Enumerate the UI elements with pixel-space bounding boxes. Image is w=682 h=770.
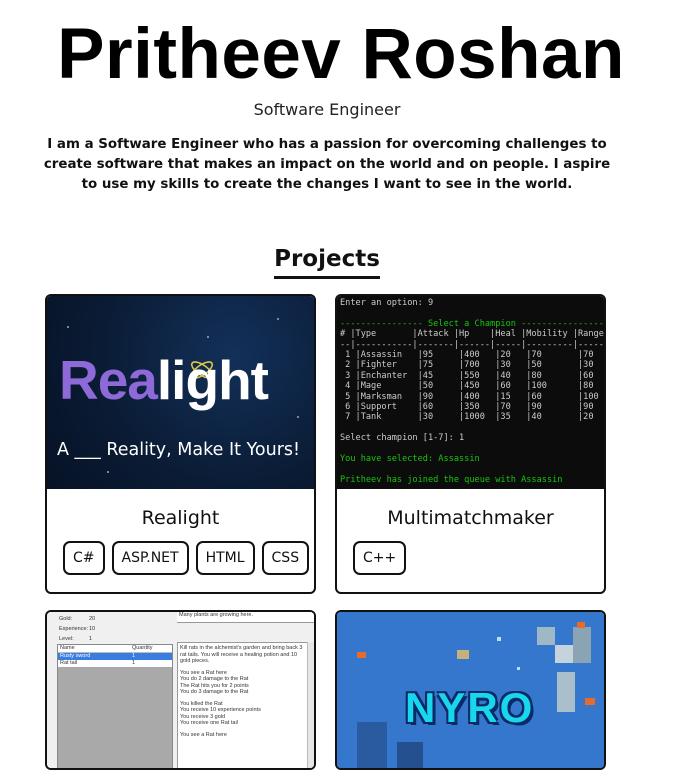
- console-row: 4 |Mage |50 |450 |60 |100 |80: [340, 381, 594, 392]
- project-title: Realight: [141, 507, 220, 529]
- console-screenshot: Enter an option: 9 ---------------- Sele…: [337, 296, 604, 489]
- star: [67, 326, 69, 328]
- console-row: 2 |Fighter |75 |700 |30 |50 |30: [340, 360, 594, 371]
- console-row: 1 |Assassin |95 |400 |20 |70 |70: [340, 350, 594, 361]
- scrollbar[interactable]: [307, 642, 314, 768]
- star: [207, 336, 209, 338]
- console-select: Select champion [1-7]: 1: [340, 433, 465, 444]
- realight-tagline: A ___ Reality, Make It Yours!: [57, 440, 301, 460]
- star: [297, 416, 299, 418]
- game-screenshot: Gold: 20 Experience: 10 Level: 1 Name Quanti…: [47, 612, 314, 768]
- realight-image: Realight A ___ Reality, Make It Yours!: [47, 296, 314, 489]
- tag-csharp: C#: [63, 541, 105, 575]
- realight-logo: Realight: [59, 349, 269, 411]
- project-card-realight[interactable]: Realight A ___ Reality, Make It Yours! R…: [45, 294, 316, 594]
- table-row[interactable]: Rusty sword 1: [58, 653, 172, 660]
- console-prompt: Enter an option: 9: [340, 298, 434, 308]
- console-row: 7 |Tank |30 |1000 |35 |40 |20: [340, 412, 594, 423]
- tag-cpp: C++: [353, 541, 407, 575]
- projects-heading: Projects: [0, 244, 654, 279]
- message-log: Kill rats in the alchemist's garden and …: [177, 642, 309, 768]
- console-row: 6 |Support |60 |350 |70 |90 |90: [340, 402, 594, 413]
- project-card-rpg[interactable]: Gold: 20 Experience: 10 Level: 1 Name Quanti…: [45, 610, 316, 770]
- nyro-image: NYRO: [337, 612, 604, 768]
- tag-html: HTML: [195, 541, 255, 575]
- console-row: 3 |Enchanter |45 |550 |40 |80 |60: [340, 370, 594, 381]
- tag-aspnet: ASP.NET: [111, 541, 189, 575]
- bio-text: I am a Software Engineer who has a passi…: [43, 137, 611, 192]
- star: [277, 318, 279, 320]
- project-title: Multimatchmaker: [387, 507, 554, 529]
- star: [107, 471, 109, 473]
- page-title: Pritheev Roshan: [57, 15, 625, 94]
- location-text: Many plants are growing here.: [177, 612, 314, 623]
- console-section-title: ---------------- Select a Champion -----…: [340, 318, 604, 329]
- tag-css: CSS: [261, 541, 310, 575]
- job-title: Software Engineer: [253, 100, 401, 119]
- console-selected: You have selected: Assassin: [340, 454, 480, 465]
- nyro-logo: NYRO: [405, 684, 535, 731]
- hero-section: Pritheev Roshan Software Engineer I am a…: [0, 0, 682, 279]
- tag-list: C# ASP.NET HTML CSS: [63, 541, 314, 575]
- console-row: 5 |Marksman |90 |400 |15 |60 |100: [340, 391, 599, 402]
- inventory-table[interactable]: Name Quantity Rusty sword 1 Rat tail 1: [57, 644, 173, 768]
- tag-list: C++: [353, 541, 604, 575]
- table-row[interactable]: Rat tail 1: [58, 660, 172, 667]
- project-card-multimatchmaker[interactable]: Enter an option: 9 ---------------- Sele…: [335, 294, 606, 594]
- console-header: # |Type |Attack |Hp |Heal |Mobility |Ran…: [340, 329, 604, 340]
- console-joined: Pritheev has joined the queue with Assas…: [340, 474, 563, 485]
- stats-panel: Gold: 20 Experience: 10 Level: 1: [59, 616, 96, 642]
- project-card-nyro[interactable]: NYRO: [335, 610, 606, 770]
- console-rule: --|-----------|-------|------|-----|----…: [340, 339, 604, 350]
